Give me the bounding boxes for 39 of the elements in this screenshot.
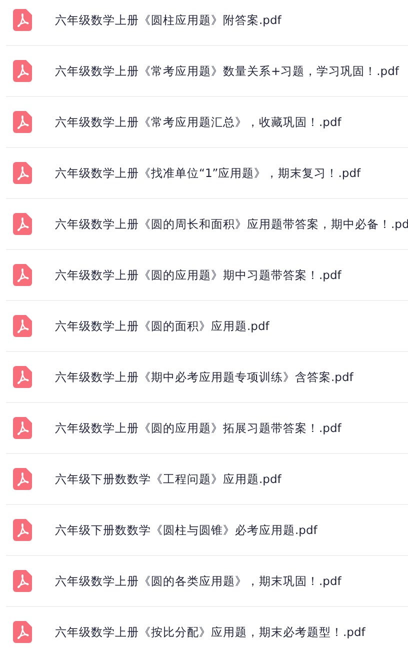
file-row[interactable]: 六年级数学上册《圆的各类应用题》，期末巩固！.pdf [6, 556, 408, 607]
file-row[interactable]: 六年级数学上册《圆的应用题》期中习题带答案！.pdf [6, 250, 408, 301]
pdf-icon [13, 213, 32, 235]
pdf-icon [13, 162, 32, 184]
pdf-icon [13, 9, 32, 31]
file-row[interactable]: 六年级下册数数学《工程问题》应用题.pdf [6, 454, 408, 505]
file-name: 六年级下册数数学《工程问题》应用题.pdf [55, 472, 282, 486]
file-row[interactable]: 六年级数学上册《常考应用题》数量关系+习题，学习巩固！.pdf [6, 46, 408, 97]
file-name: 六年级数学上册《常考应用题汇总》，收藏巩固！.pdf [55, 114, 342, 130]
file-row[interactable]: 六年级数学上册《圆柱应用题》附答案.pdf [6, 0, 408, 46]
file-row[interactable]: 六年级数学上册《期中必考应用题专项训练》含答案.pdf [6, 352, 408, 403]
pdf-icon [13, 264, 32, 286]
file-row[interactable]: 六年级数学上册《按比分配》应用题，期末必考题型！.pdf [6, 607, 408, 650]
file-name: 六年级数学上册《圆的应用题》拓展习题带答案！.pdf [55, 420, 342, 436]
file-name: 六年级数学上册《圆的周长和面积》应用题带答案，期中必备！.pd [55, 216, 408, 232]
pdf-icon [13, 570, 32, 592]
file-name: 六年级数学上册《圆的面积》应用题.pdf [55, 318, 270, 334]
pdf-icon [13, 468, 32, 490]
pdf-icon [13, 60, 32, 82]
file-row[interactable]: 六年级数学上册《圆的面积》应用题.pdf [6, 301, 408, 352]
file-name: 六年级数学上册《找准单位“1”应用题》，期末复习！.pdf [55, 166, 361, 180]
pdf-icon [13, 315, 32, 337]
pdf-icon [13, 621, 32, 643]
file-name: 六年级数学上册《圆柱应用题》附答案.pdf [55, 12, 282, 28]
file-row[interactable]: 六年级数学上册《找准单位“1”应用题》，期末复习！.pdf [6, 148, 408, 199]
file-row[interactable]: 六年级下册数数学《圆柱与圆锥》必考应用题.pdf [6, 505, 408, 556]
file-name: 六年级数学上册《圆的各类应用题》，期末巩固！.pdf [55, 574, 342, 588]
pdf-icon [13, 366, 32, 388]
file-row[interactable]: 六年级数学上册《常考应用题汇总》，收藏巩固！.pdf [6, 97, 408, 148]
pdf-icon [13, 111, 32, 133]
file-row[interactable]: 六年级数学上册《圆的应用题》拓展习题带答案！.pdf [6, 403, 408, 454]
file-name: 六年级数学上册《按比分配》应用题，期末必考题型！.pdf [55, 624, 366, 640]
file-name: 六年级下册数数学《圆柱与圆锥》必考应用题.pdf [55, 522, 318, 538]
pdf-icon [13, 519, 32, 541]
file-row[interactable]: 六年级数学上册《圆的周长和面积》应用题带答案，期中必备！.pd [6, 199, 408, 250]
pdf-icon [13, 417, 32, 439]
file-name: 六年级数学上册《圆的应用题》期中习题带答案！.pdf [55, 268, 342, 282]
file-name: 六年级数学上册《常考应用题》数量关系+习题，学习巩固！.pdf [55, 64, 399, 78]
file-name: 六年级数学上册《期中必考应用题专项训练》含答案.pdf [55, 370, 354, 384]
